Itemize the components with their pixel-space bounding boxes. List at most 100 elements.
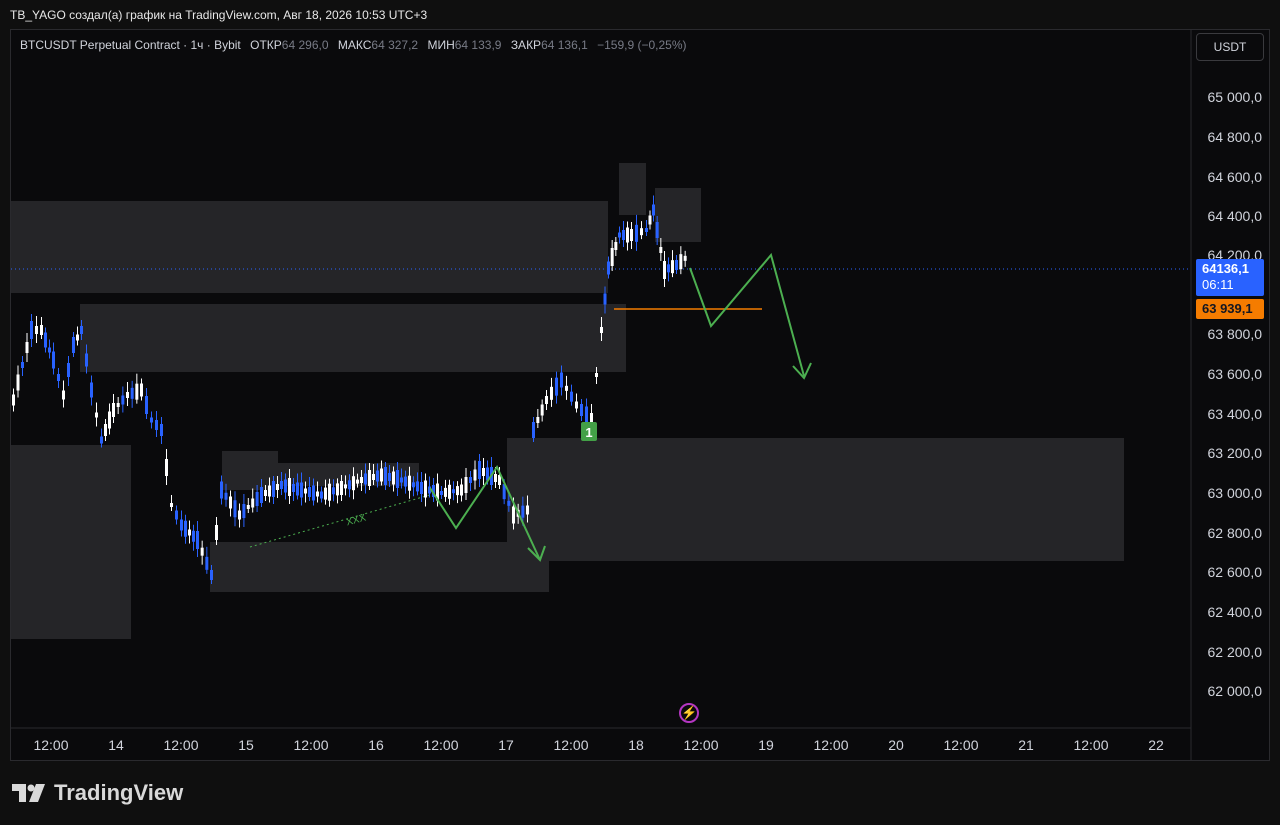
candle <box>645 228 648 232</box>
close-value: 64 136,1 <box>541 38 588 52</box>
candle <box>104 424 107 436</box>
candle <box>388 473 391 481</box>
candle <box>408 475 411 491</box>
candle <box>215 525 218 540</box>
candle <box>364 473 367 485</box>
candle <box>229 496 232 509</box>
price-axis-label: 63 000,0 <box>1208 485 1263 501</box>
open-label: ОТКР <box>250 38 282 52</box>
candle <box>233 500 237 518</box>
candle <box>630 229 633 241</box>
candle <box>16 374 20 391</box>
candle <box>255 492 259 506</box>
candle <box>288 478 291 496</box>
candle <box>626 227 629 243</box>
price-axis-label: 65 000,0 <box>1208 89 1263 105</box>
candle <box>260 487 263 503</box>
candle <box>272 481 275 497</box>
time-axis-label: 12:00 <box>423 737 458 753</box>
candle <box>478 461 481 479</box>
candle <box>348 480 351 490</box>
candle <box>652 204 655 216</box>
currency-selector-button[interactable]: USDT <box>1196 33 1264 61</box>
candle <box>40 325 43 335</box>
chart-canvas[interactable]: XXX 1 65 000,0 64 800,0 64 600,0 64 400,0 64… <box>0 0 1280 825</box>
candle <box>380 468 383 482</box>
time-axis-label: 12:00 <box>293 737 328 753</box>
candle <box>155 420 158 430</box>
candle <box>420 482 423 494</box>
candle <box>683 255 687 261</box>
price-axis-label: 64 800,0 <box>1208 129 1263 145</box>
time-axis-label: 12:00 <box>163 737 198 753</box>
candle <box>622 230 625 240</box>
candle <box>332 487 335 495</box>
candle <box>251 498 255 508</box>
time-axis-label: 12:00 <box>33 737 68 753</box>
signal-marker-label: 1 <box>585 425 592 440</box>
symbol-name[interactable]: BTCUSDT Perpetual Contract · 1ч · Bybit <box>20 38 241 52</box>
candle <box>640 228 643 236</box>
zones <box>11 163 1124 639</box>
candle <box>200 547 204 556</box>
candle <box>545 396 548 404</box>
price-axis[interactable]: 65 000,064 800,064 600,064 400,064 200,0… <box>1208 89 1263 699</box>
zone <box>655 188 701 242</box>
candle <box>25 342 29 353</box>
candle <box>284 479 287 493</box>
candle <box>320 491 323 499</box>
candle <box>72 337 75 353</box>
time-axis-label: 12:00 <box>553 737 588 753</box>
candle <box>300 482 303 498</box>
level-price-tag: 63 939,1 <box>1196 299 1264 319</box>
tradingview-logo-text: TradingView <box>54 780 184 805</box>
low-label: МИН <box>427 38 455 52</box>
candle <box>90 382 93 398</box>
zone <box>619 163 646 215</box>
candle <box>356 479 359 484</box>
time-axis[interactable]: 12:00 14 12:00 15 12:00 16 12:00 17 12:00 18 12:00… <box>33 737 1164 753</box>
candle <box>412 482 415 488</box>
zone <box>80 304 626 372</box>
candle <box>570 391 573 402</box>
time-axis-label: 17 <box>498 737 514 753</box>
candle <box>165 459 168 476</box>
candle-countdown: 06:11 <box>1202 277 1234 292</box>
candle <box>368 470 371 486</box>
price-axis-label: 63 200,0 <box>1208 445 1263 461</box>
candle <box>344 484 347 489</box>
high-label: МАКС <box>337 38 372 52</box>
candle <box>526 505 529 515</box>
candle <box>580 404 583 416</box>
candle <box>555 377 558 396</box>
candle <box>521 505 525 518</box>
low-value: 64 133,9 <box>454 38 502 52</box>
lightning-icon[interactable]: ⚡ <box>679 703 699 723</box>
candle <box>296 482 299 496</box>
time-axis-label: 16 <box>368 737 384 753</box>
candle <box>614 242 618 250</box>
candle <box>456 486 459 496</box>
candle <box>188 529 191 536</box>
candle <box>135 383 139 400</box>
candle <box>328 483 331 501</box>
candle <box>57 374 60 381</box>
candle <box>444 487 447 497</box>
candle <box>482 468 485 476</box>
candle <box>607 261 610 275</box>
price-axis-label: 64 400,0 <box>1208 208 1263 224</box>
projection-path[interactable] <box>689 252 805 377</box>
candle <box>126 392 129 398</box>
candle <box>595 373 598 377</box>
close-label: ЗАКР <box>510 38 542 52</box>
open-value: 64 296,0 <box>281 38 329 52</box>
tradingview-logo-icon <box>12 784 45 802</box>
candle <box>184 520 187 537</box>
candle <box>175 510 178 520</box>
candle <box>675 260 678 270</box>
candle <box>246 505 250 509</box>
time-axis-label: 21 <box>1018 737 1034 753</box>
candle <box>100 436 103 444</box>
candle <box>532 422 535 438</box>
time-axis-label: 12:00 <box>1073 737 1108 753</box>
